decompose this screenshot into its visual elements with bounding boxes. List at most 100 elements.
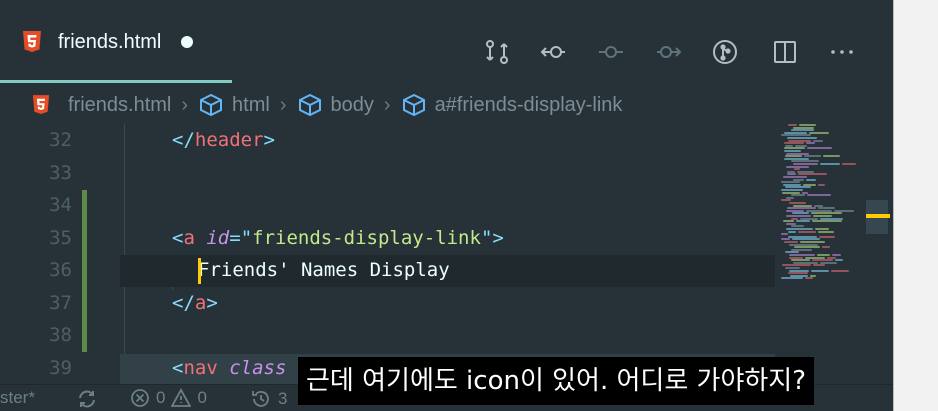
code-line[interactable]: 37 </a> xyxy=(0,287,775,319)
minimap-line xyxy=(785,155,802,158)
chevron-right-icon: › xyxy=(181,93,189,116)
code-line[interactable]: 32 </header> xyxy=(0,124,775,156)
code-token: " xyxy=(480,226,493,249)
code-line[interactable]: 35 <a id="friends-display-link"> xyxy=(0,222,775,254)
commit-icon[interactable] xyxy=(595,34,627,70)
minimap-line xyxy=(787,207,816,210)
branch-name: ster* xyxy=(0,388,35,407)
sync-icon[interactable] xyxy=(76,388,98,410)
minimap-line xyxy=(784,241,798,243)
minimap-line xyxy=(804,155,821,158)
minimap-line xyxy=(805,277,813,280)
code-area[interactable]: 32 </header> 33 34 35 <a id="friends-display-… xyxy=(0,124,775,386)
tab-friends-html[interactable]: friends.html xyxy=(0,0,232,84)
minimap-line xyxy=(794,168,800,171)
line-number: 34 xyxy=(49,194,72,216)
code-line[interactable]: 36 Friends' Names Display xyxy=(0,254,775,286)
vertical-scrollbar[interactable] xyxy=(865,124,893,384)
go-previous-change-icon[interactable] xyxy=(537,34,569,70)
history-indicator[interactable]: 3 xyxy=(250,388,287,410)
warning-count: 0 xyxy=(197,388,207,407)
code-token: < xyxy=(172,356,184,379)
go-next-change-icon[interactable] xyxy=(653,34,685,70)
minimap-line xyxy=(788,230,796,233)
minimap-line xyxy=(786,228,813,230)
minimap-line xyxy=(818,183,825,186)
minimap-line xyxy=(811,269,829,272)
branch-indicator[interactable]: ster* xyxy=(0,388,35,408)
line-number: 37 xyxy=(49,291,72,314)
cube-icon xyxy=(402,93,425,117)
code-token: > xyxy=(263,129,275,151)
git-compare-icon[interactable] xyxy=(481,34,513,70)
line-source: Friends' Names Display xyxy=(198,254,450,286)
code-token: a xyxy=(183,226,195,249)
minimap-line xyxy=(831,269,849,272)
minimap-line xyxy=(789,254,815,256)
minimap-line xyxy=(791,194,805,197)
code-token: </ xyxy=(172,291,195,314)
minimap-line xyxy=(809,131,829,134)
minimap-line xyxy=(815,228,829,230)
cube-icon xyxy=(298,93,321,117)
minimap-line xyxy=(788,124,797,126)
minimap-line xyxy=(787,137,817,139)
code-token: > xyxy=(492,226,504,249)
minimap-line xyxy=(818,207,835,210)
html5-icon xyxy=(32,95,50,114)
tab-bar: friends.html xyxy=(0,0,893,84)
minimap-line xyxy=(807,194,831,197)
code-editor: friends.html friends.html › html › body … xyxy=(0,0,893,411)
line-source: </a> xyxy=(172,287,218,319)
minimap-line xyxy=(812,220,842,223)
minimap[interactable] xyxy=(775,124,865,384)
code-token: " xyxy=(240,226,253,249)
breadcrumb-label: a#friends-display-link xyxy=(434,93,623,116)
minimap-line xyxy=(781,181,800,184)
breadcrumb-anchor[interactable]: a#friends-display-link xyxy=(401,93,623,117)
active-tab-indicator xyxy=(0,80,232,83)
minimap-line xyxy=(817,254,830,256)
breadcrumb-file[interactable]: friends.html xyxy=(32,94,171,117)
code-token: < xyxy=(172,226,184,249)
tab-title: friends.html xyxy=(58,30,162,53)
minimap-line xyxy=(783,220,794,223)
more-actions-icon[interactable] xyxy=(826,34,858,70)
git-graph-icon[interactable] xyxy=(709,34,741,70)
cube-icon xyxy=(200,93,223,117)
minimap-line xyxy=(835,259,843,262)
breadcrumb: friends.html › html › body › a#friends-d… xyxy=(0,86,893,124)
cursor-position-marker xyxy=(866,214,890,218)
line-number: 39 xyxy=(49,356,72,379)
code-token: id xyxy=(206,226,230,249)
code-token: Friends' Names Display xyxy=(198,259,450,281)
minimap-line xyxy=(818,230,834,233)
minimap-line xyxy=(781,189,803,191)
code-line[interactable]: 34 xyxy=(0,189,775,221)
breadcrumb-label: friends.html xyxy=(68,93,172,116)
breadcrumb-html[interactable]: html xyxy=(198,93,270,117)
code-token: friends-display-link xyxy=(252,226,481,249)
minimap-line xyxy=(781,233,788,236)
history-icon xyxy=(252,391,269,407)
chevron-right-icon: › xyxy=(279,93,287,116)
minimap-line xyxy=(791,129,814,132)
minimap-line xyxy=(822,246,830,249)
code-line[interactable]: 33 xyxy=(0,157,775,189)
minimap-line xyxy=(783,176,807,178)
minimap-line xyxy=(796,220,810,223)
video-subtitle: 근데 여기에도 icon이 있어. 어디로 가야하지? xyxy=(298,357,815,405)
unsaved-dot-icon[interactable] xyxy=(181,36,194,48)
problems-indicator[interactable]: 0 0 xyxy=(130,388,207,408)
split-editor-icon[interactable] xyxy=(769,34,801,70)
breadcrumb-body[interactable]: body xyxy=(297,93,374,117)
history-count: 3 xyxy=(278,389,288,408)
line-source: </header> xyxy=(172,124,275,156)
minimap-line xyxy=(819,235,835,238)
minimap-line xyxy=(806,178,816,181)
line-source: <nav class xyxy=(172,352,286,384)
code-line[interactable]: 38 xyxy=(0,319,775,351)
minimap-line xyxy=(781,277,803,280)
minimap-line xyxy=(813,264,825,267)
